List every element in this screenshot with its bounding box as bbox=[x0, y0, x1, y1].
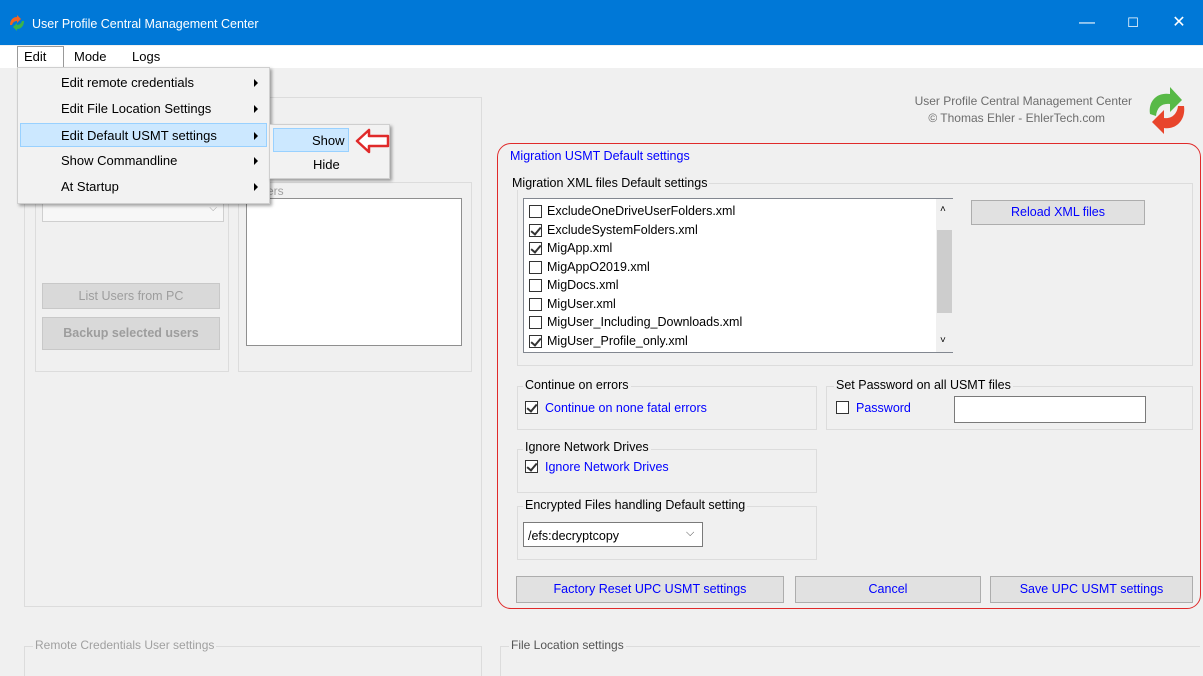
edit-dropdown-menu: Edit remote credentials Edit File Locati… bbox=[17, 67, 270, 204]
xml-file-name: MigAppO2019.xml bbox=[547, 259, 650, 274]
efs-selected-value: /efs:decryptcopy bbox=[528, 529, 620, 543]
branding-line2: © Thomas Ehler - EhlerTech.com bbox=[928, 111, 1105, 125]
menu-item-label: Edit File Location Settings bbox=[61, 101, 212, 116]
xml-file-name: MigDocs.xml bbox=[547, 278, 619, 292]
menu-item-label: Show Commandline bbox=[61, 153, 178, 168]
menu-edit[interactable]: Edit bbox=[17, 46, 64, 68]
checkbox-icon[interactable] bbox=[525, 401, 538, 414]
checkbox-icon[interactable] bbox=[529, 297, 542, 311]
usmt-panel-title: Migration USMT Default settings bbox=[510, 149, 690, 163]
scrollbar-thumb[interactable] bbox=[937, 230, 952, 313]
menu-item-label: Hide bbox=[313, 157, 340, 172]
efs-group-title: Encrypted Files handling Default setting bbox=[523, 498, 748, 512]
xml-files-group-title: Migration XML files Default settings bbox=[510, 176, 710, 190]
password-group-title: Set Password on all USMT files bbox=[834, 378, 1013, 392]
remote-credentials-title: Remote Credentials User settings bbox=[33, 638, 217, 652]
menu-item-edit-remote-credentials[interactable]: Edit remote credentials bbox=[20, 71, 267, 95]
ignore-network-label: Ignore Network Drives bbox=[545, 460, 669, 474]
menu-item-hide[interactable]: Hide bbox=[272, 153, 348, 177]
menu-item-label: Edit remote credentials bbox=[61, 75, 194, 90]
xml-file-name: MigUser_Including_Downloads.xml bbox=[547, 315, 743, 329]
xml-files-list: ExcludeOneDriveUserFolders.xml ExcludeSys… bbox=[524, 202, 934, 352]
xml-file-name: ExcludeSystemFolders.xml bbox=[547, 222, 698, 237]
branding-line1: User Profile Central Management Center bbox=[914, 94, 1132, 108]
scroll-down-icon[interactable]: ˅ bbox=[940, 335, 946, 346]
close-button[interactable]: ✕ bbox=[1156, 0, 1202, 45]
menu-item-edit-default-usmt[interactable]: Edit Default USMT settings bbox=[20, 123, 267, 147]
password-label: Password bbox=[856, 401, 911, 415]
menu-item-show-commandline[interactable]: Show Commandline bbox=[20, 149, 267, 173]
xml-file-name: MigUser.xml bbox=[547, 296, 616, 311]
title-bar: User Profile Central Management Center —… bbox=[0, 0, 1203, 45]
menu-item-at-startup[interactable]: At Startup bbox=[20, 175, 267, 199]
submenu-arrow-icon bbox=[254, 105, 258, 113]
efs-select[interactable]: /efs:decryptcopy ⌵ bbox=[523, 522, 703, 547]
list-users-button[interactable]: List Users from PC bbox=[42, 283, 220, 309]
chevron-down-icon: ⌵ bbox=[686, 527, 695, 539]
xml-file-name: ExcludeOneDriveUserFolders.xml bbox=[547, 204, 736, 218]
factory-reset-button[interactable]: Factory Reset UPC USMT settings bbox=[516, 576, 784, 603]
app-logo-icon bbox=[1149, 87, 1185, 134]
red-arrow-icon bbox=[355, 128, 390, 154]
menu-item-label: At Startup bbox=[61, 179, 119, 194]
chevron-down-icon: ⌵ bbox=[209, 203, 217, 214]
ignore-network-group-title: Ignore Network Drives bbox=[523, 440, 651, 454]
checkbox-icon[interactable] bbox=[836, 401, 849, 414]
submenu-arrow-icon bbox=[254, 132, 258, 140]
password-input[interactable] bbox=[954, 396, 1146, 423]
submenu-arrow-icon bbox=[254, 183, 258, 191]
minimize-button[interactable]: — bbox=[1064, 0, 1110, 45]
checkbox-icon[interactable] bbox=[529, 242, 542, 255]
menu-item-edit-file-location[interactable]: Edit File Location Settings bbox=[20, 97, 267, 121]
checkbox-icon[interactable] bbox=[525, 460, 538, 473]
maximize-button[interactable]: ☐ bbox=[1110, 0, 1156, 45]
users-listbox[interactable] bbox=[246, 198, 462, 346]
menu-bar: Edit Mode Logs bbox=[0, 46, 1203, 68]
xml-files-listbox[interactable]: ExcludeOneDriveUserFolders.xml ExcludeSys… bbox=[523, 198, 953, 353]
menu-logs[interactable]: Logs bbox=[126, 46, 166, 68]
xml-list-scrollbar[interactable]: ˄ ˅ bbox=[936, 199, 953, 352]
continue-errors-checkbox[interactable]: Continue on none fatal errors bbox=[525, 401, 707, 417]
menu-item-show[interactable]: Show bbox=[273, 128, 349, 152]
ignore-network-checkbox[interactable]: Ignore Network Drives bbox=[525, 460, 669, 476]
save-usmt-button[interactable]: Save UPC USMT settings bbox=[990, 576, 1193, 603]
continue-errors-label: Continue on none fatal errors bbox=[545, 401, 707, 415]
reload-xml-button[interactable]: Reload XML files bbox=[971, 200, 1145, 225]
checkbox-icon[interactable] bbox=[529, 260, 542, 274]
checkbox-icon[interactable] bbox=[529, 223, 542, 237]
checkbox-icon[interactable] bbox=[529, 334, 542, 348]
continue-errors-group-title: Continue on errors bbox=[523, 378, 631, 392]
file-location-title: File Location settings bbox=[509, 638, 626, 652]
cancel-button[interactable]: Cancel bbox=[795, 576, 981, 603]
submenu-arrow-icon bbox=[254, 157, 258, 165]
checkbox-icon[interactable] bbox=[529, 279, 542, 292]
menu-item-label: Edit Default USMT settings bbox=[61, 128, 217, 143]
xml-file-name: MigApp.xml bbox=[547, 241, 613, 255]
backup-users-button[interactable]: Backup selected users bbox=[42, 317, 220, 350]
password-checkbox[interactable]: Password bbox=[836, 401, 911, 417]
window-title: User Profile Central Management Center bbox=[32, 17, 259, 31]
submenu-arrow-icon bbox=[254, 79, 258, 87]
menu-mode[interactable]: Mode bbox=[68, 46, 113, 68]
scroll-up-icon[interactable]: ˄ bbox=[940, 204, 946, 215]
menu-item-label: Show bbox=[312, 133, 345, 148]
app-logo-icon bbox=[10, 15, 24, 31]
checkbox-icon[interactable] bbox=[529, 316, 542, 329]
checkbox-icon[interactable] bbox=[529, 205, 542, 218]
xml-file-name: MigUser_Profile_only.xml bbox=[547, 333, 688, 348]
